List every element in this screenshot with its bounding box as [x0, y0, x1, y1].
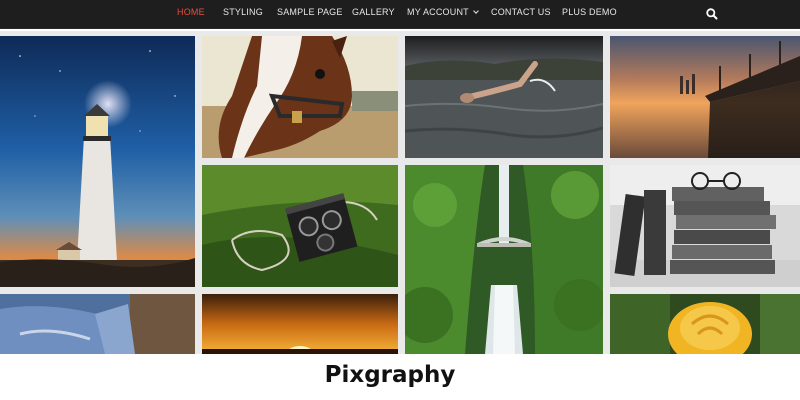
photo-gallery-grid	[0, 31, 800, 354]
chevron-down-icon	[473, 8, 479, 14]
nav-item-home[interactable]: HOME	[177, 7, 205, 17]
caption-area: Pixgraphy	[0, 354, 800, 400]
nav-item-sample-page[interactable]: SAMPLE PAGE	[277, 7, 343, 17]
nav-item-gallery[interactable]: GALLERY	[352, 7, 395, 17]
gallery-image-lighthouse[interactable]	[0, 36, 195, 287]
top-navigation-bar: HOME STYLING SAMPLE PAGE GALLERY MY ACCO…	[0, 0, 800, 29]
nav-item-my-account-label: MY ACCOUNT	[407, 7, 469, 17]
gallery-image-pier[interactable]	[610, 36, 800, 158]
nav-item-styling[interactable]: STYLING	[223, 7, 263, 17]
gallery-image-horse[interactable]	[202, 36, 398, 158]
nav-item-contact-us[interactable]: CONTACT US	[491, 7, 551, 17]
search-icon[interactable]	[705, 7, 719, 21]
nav-menu: HOME STYLING SAMPLE PAGE GALLERY MY ACCO…	[0, 0, 800, 29]
gallery-image-books[interactable]	[610, 165, 800, 287]
gallery-image-waterfall[interactable]	[405, 165, 603, 354]
nav-item-my-account[interactable]: MY ACCOUNT	[407, 7, 479, 17]
gallery-image-sunset[interactable]	[202, 294, 398, 354]
gallery-image-rose[interactable]	[610, 294, 800, 354]
nav-item-plus-demo[interactable]: PLUS DEMO	[562, 7, 617, 17]
gallery-image-jeans[interactable]	[0, 294, 195, 354]
gallery-image-swimmer[interactable]	[405, 36, 603, 158]
gallery-image-camera[interactable]	[202, 165, 398, 287]
theme-name-caption: Pixgraphy	[324, 362, 456, 388]
